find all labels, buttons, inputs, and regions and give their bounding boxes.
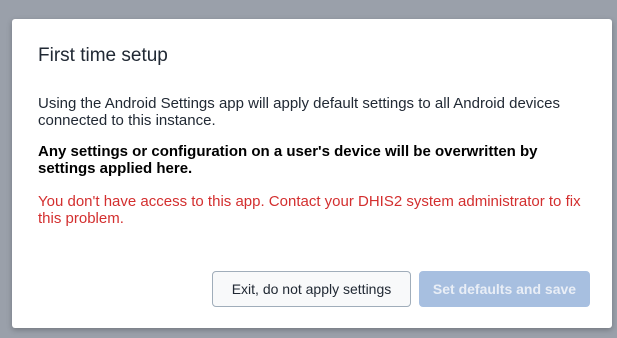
dialog-title: First time setup — [38, 45, 168, 66]
access-error-message: You don't have access to this app. Conta… — [38, 193, 581, 227]
dialog-actions: Exit, do not apply settings Set defaults… — [212, 271, 590, 307]
exit-button[interactable]: Exit, do not apply settings — [212, 271, 411, 307]
dialog-warning: Any settings or configuration on a user'… — [38, 143, 538, 177]
dialog-description: Using the Android Settings app will appl… — [38, 95, 560, 129]
set-defaults-save-button[interactable]: Set defaults and save — [419, 271, 590, 307]
setup-dialog: First time setup Using the Android Setti… — [12, 19, 612, 328]
